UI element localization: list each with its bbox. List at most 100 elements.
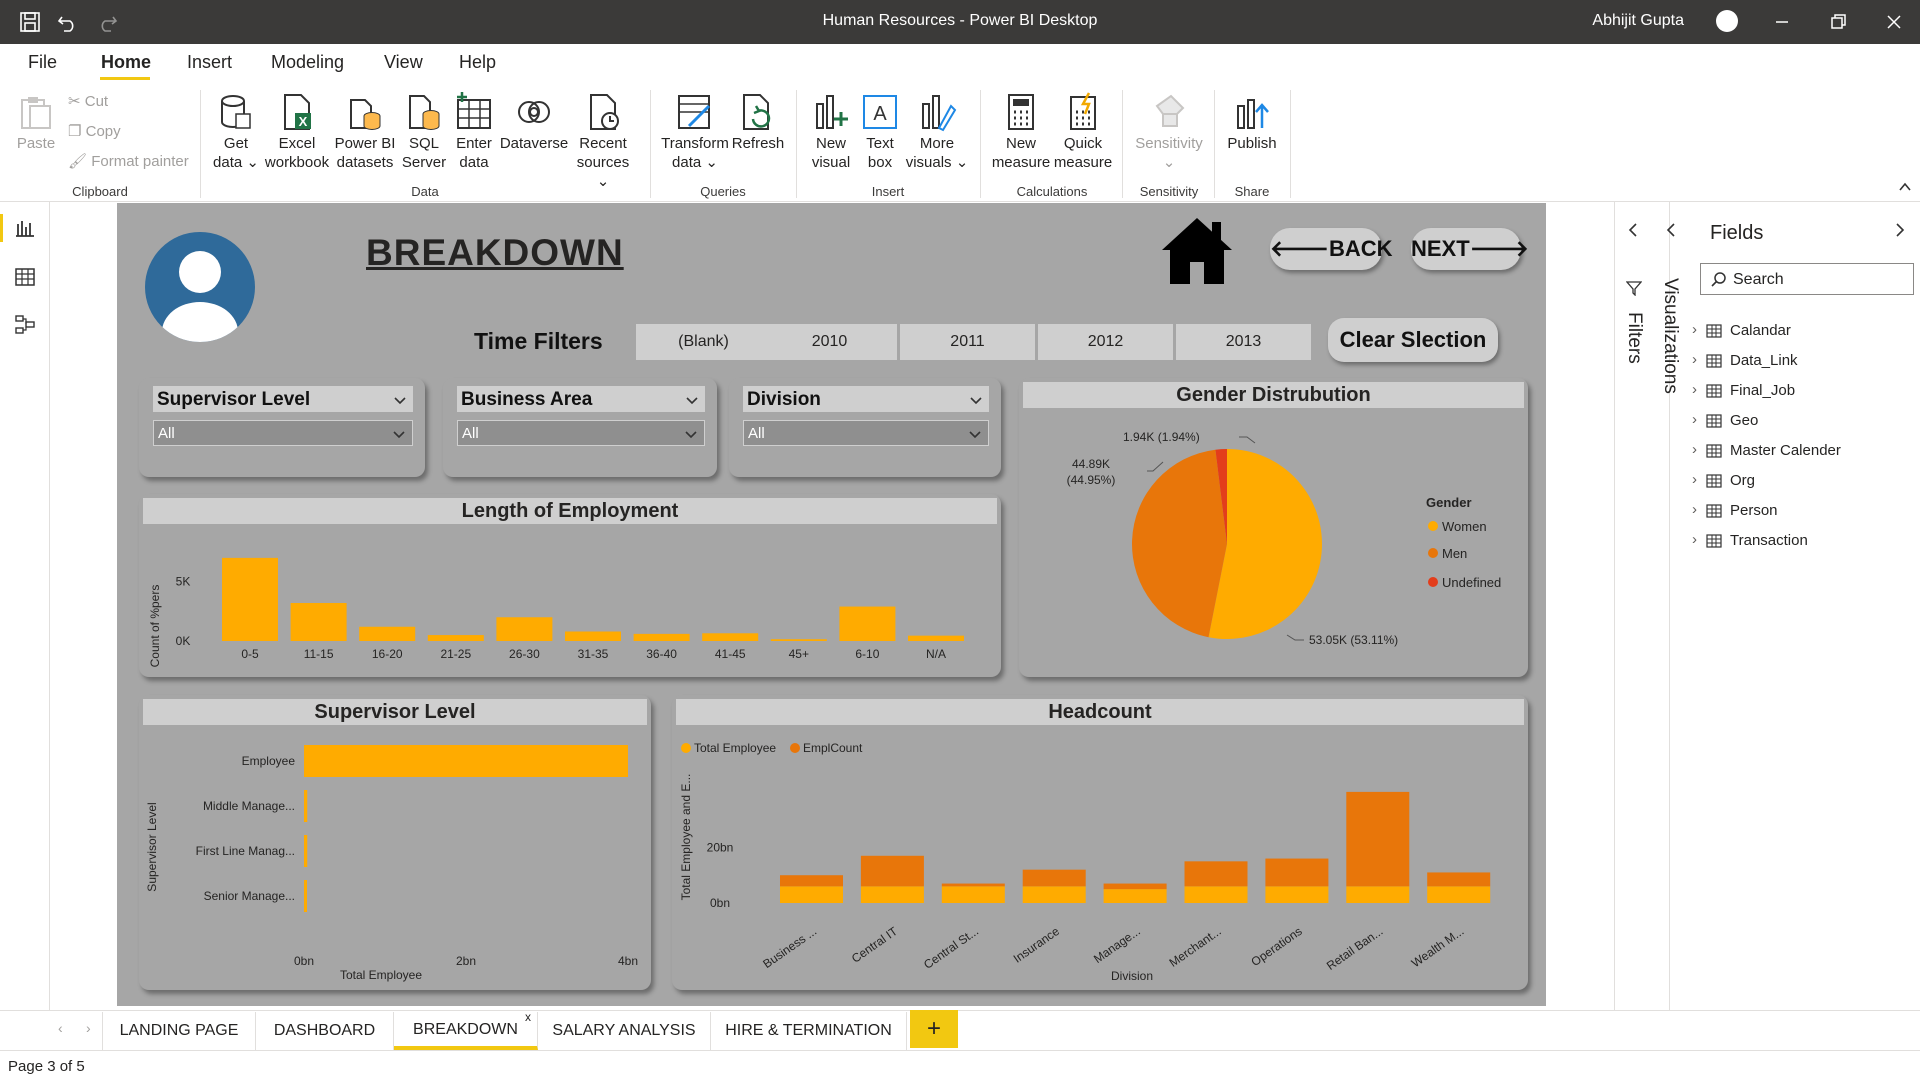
clear-selection-button[interactable]: Clear Slection: [1328, 318, 1498, 362]
legend-emplcount[interactable]: EmplCount: [803, 741, 863, 755]
format-painter-button[interactable]: 🖌 Format painter: [68, 152, 189, 170]
time-filter-blank[interactable]: (Blank): [636, 324, 771, 360]
text-box-button[interactable]: A Text box: [856, 92, 904, 172]
tab-salary-analysis[interactable]: SALARY ANALYSIS: [538, 1012, 711, 1050]
bar[interactable]: [427, 635, 484, 641]
chevron-down-icon[interactable]: [969, 393, 983, 407]
bar-emplcount[interactable]: [1427, 872, 1491, 887]
tab-scroll-right-icon[interactable]: ›: [86, 1020, 91, 1036]
slicer-dropdown[interactable]: All: [457, 420, 705, 446]
bar[interactable]: [304, 745, 628, 777]
restore-icon[interactable]: [1824, 8, 1852, 36]
supervisor-level-card[interactable]: Supervisor Level Supervisor Level Employ…: [139, 695, 651, 990]
bar-total-employee[interactable]: [1346, 886, 1410, 903]
length-of-employment-card[interactable]: Length of Employment Count of %pers 0-5 1…: [139, 494, 1001, 677]
bar-emplcount[interactable]: [1103, 883, 1167, 890]
chevron-right-icon[interactable]: [1893, 222, 1907, 238]
bar-total-employee[interactable]: [1103, 889, 1167, 903]
cut-button[interactable]: ✂ Cut: [68, 92, 108, 110]
bar-total-employee[interactable]: [1427, 886, 1491, 903]
visualizations-pane-label[interactable]: Visualizations: [1659, 278, 1681, 394]
time-filter-2012[interactable]: 2012: [1038, 324, 1173, 360]
menu-file[interactable]: File: [28, 52, 57, 73]
chevron-right-icon[interactable]: ›: [1692, 471, 1697, 488]
bar[interactable]: [565, 631, 621, 642]
excel-workbook-button[interactable]: X Excel workbook: [262, 92, 332, 172]
bar[interactable]: [496, 617, 553, 641]
avatar[interactable]: [1716, 10, 1738, 32]
chevron-right-icon[interactable]: ›: [1692, 381, 1697, 398]
slicer-dropdown[interactable]: All: [153, 420, 413, 446]
menu-view[interactable]: View: [384, 52, 423, 73]
add-page-button[interactable]: +: [910, 1010, 958, 1048]
legend-women[interactable]: Women: [1442, 519, 1487, 534]
bar-total-employee[interactable]: [941, 886, 1005, 903]
menu-insert[interactable]: Insert: [187, 52, 232, 73]
bar[interactable]: [908, 635, 964, 641]
paste-button[interactable]: Paste: [14, 92, 58, 153]
bar[interactable]: [304, 880, 307, 912]
refresh-button[interactable]: Refresh: [730, 92, 786, 153]
menu-help[interactable]: Help: [459, 52, 496, 73]
bar-emplcount[interactable]: [1346, 791, 1410, 887]
time-filter-2011[interactable]: 2011: [900, 324, 1035, 360]
chevron-left-icon[interactable]: [1626, 222, 1640, 238]
bar[interactable]: [839, 606, 896, 641]
close-icon[interactable]: [1880, 8, 1908, 36]
bar-emplcount[interactable]: [941, 883, 1005, 887]
bar[interactable]: [304, 835, 308, 867]
new-visual-button[interactable]: New visual: [806, 92, 856, 172]
menu-home[interactable]: Home: [101, 52, 151, 73]
bar[interactable]: [633, 633, 690, 641]
legend-men[interactable]: Men: [1442, 546, 1467, 561]
bar-total-employee[interactable]: [780, 886, 843, 903]
new-measure-button[interactable]: New measure: [990, 92, 1052, 172]
back-button[interactable]: 🡐BACK: [1270, 228, 1393, 270]
legend-total-employee[interactable]: Total Employee: [694, 741, 776, 755]
enter-data-button[interactable]: Enter data: [450, 92, 498, 172]
time-filter-2013[interactable]: 2013: [1176, 324, 1311, 360]
next-button[interactable]: NEXT🡒: [1411, 228, 1529, 270]
tab-breakdown[interactable]: BREAKDOWN: [394, 1012, 538, 1050]
chevron-down-icon[interactable]: [685, 393, 699, 407]
tab-landing-page[interactable]: LANDING PAGE: [102, 1012, 256, 1050]
tab-hire-termination[interactable]: HIRE & TERMINATION: [711, 1012, 907, 1050]
user-name[interactable]: Abhijit Gupta: [1592, 12, 1684, 30]
chevron-right-icon[interactable]: ›: [1692, 501, 1697, 518]
more-visuals-button[interactable]: More visuals ⌄: [904, 92, 970, 172]
sql-server-button[interactable]: SQL Server: [398, 92, 450, 172]
transform-data-button[interactable]: Transform data ⌄: [660, 92, 730, 172]
minimize-icon[interactable]: [1768, 8, 1796, 36]
chevron-right-icon[interactable]: ›: [1692, 321, 1697, 338]
power-bi-datasets-button[interactable]: Power BI datasets: [332, 92, 398, 172]
data-view-icon[interactable]: [15, 267, 35, 287]
filters-pane-label[interactable]: Filters: [1623, 312, 1645, 364]
bar-emplcount[interactable]: [1184, 861, 1248, 887]
fields-search-input[interactable]: Search: [1700, 263, 1914, 295]
headcount-card[interactable]: Headcount Total Employee EmplCount Total…: [672, 695, 1528, 990]
sensitivity-button[interactable]: Sensitivity ⌄: [1130, 92, 1208, 172]
get-data-button[interactable]: Get data ⌄: [210, 92, 262, 172]
dataverse-button[interactable]: Dataverse: [498, 92, 570, 153]
bar[interactable]: [702, 633, 759, 641]
menu-modeling[interactable]: Modeling: [271, 52, 344, 73]
bar[interactable]: [222, 557, 278, 641]
tab-dashboard[interactable]: DASHBOARD: [256, 1012, 394, 1050]
bar-emplcount[interactable]: [1022, 869, 1086, 887]
bar-total-employee[interactable]: [1265, 886, 1329, 903]
bar[interactable]: [359, 626, 416, 641]
chevron-right-icon[interactable]: ›: [1692, 531, 1697, 548]
quick-measure-button[interactable]: Quick measure: [1052, 92, 1114, 172]
publish-button[interactable]: Publish: [1222, 92, 1282, 153]
time-filter-2010[interactable]: 2010: [762, 324, 897, 360]
copy-button[interactable]: ❐ Copy: [68, 122, 121, 140]
pie-slice-men[interactable]: [1132, 449, 1227, 638]
chevron-right-icon[interactable]: ›: [1692, 351, 1697, 368]
gender-distribution-card[interactable]: Gender Distrubution 1.94K (1.94%) 44.89K…: [1019, 378, 1528, 677]
collapse-ribbon-icon[interactable]: [1898, 180, 1912, 194]
bar-emplcount[interactable]: [780, 875, 843, 887]
slicer-dropdown[interactable]: All: [743, 420, 989, 446]
close-tab-icon[interactable]: x: [525, 1010, 531, 1024]
bar-emplcount[interactable]: [860, 855, 924, 887]
bar-total-employee[interactable]: [1022, 886, 1086, 903]
